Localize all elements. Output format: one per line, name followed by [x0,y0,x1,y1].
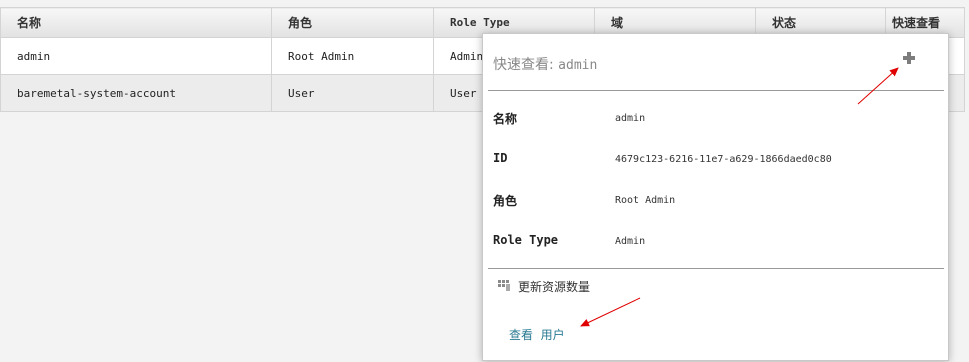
detail-label: 名称 [493,112,518,126]
cell-name: admin [0,37,272,75]
detail-row-role: 角色 Root Admin [493,192,933,212]
view-users-link[interactable]: 查看 用户 [509,326,565,343]
detail-label: ID [493,151,508,165]
divider [488,90,944,91]
detail-value: Admin [615,236,646,247]
quickview-panel: 快速查看: admin 名称 admin ID 4679c123-6216-11… [482,33,949,361]
col-header-name[interactable]: 名称 [0,7,272,38]
cell-name: baremetal-system-account [0,74,272,112]
quickview-title-value: admin [558,58,598,73]
update-resource-count-label: 更新资源数量 [518,280,591,294]
detail-row-id: ID 4679c123-6216-11e7-a629-1866daed0c80 [493,151,933,171]
detail-label: 角色 [493,194,518,208]
view-prefix: 查看 [509,328,534,342]
col-header-role[interactable]: 角色 [271,7,434,38]
plus-icon[interactable] [901,50,917,66]
cell-role: User [271,74,434,112]
quickview-title-prefix: 快速查看: [493,57,559,73]
detail-value: admin [615,113,646,124]
detail-value: 4679c123-6216-11e7-a629-1866daed0c80 [615,154,832,165]
detail-row-role-type: Role Type Admin [493,233,933,253]
quickview-title: 快速查看: admin [493,54,597,74]
detail-value: Root Admin [615,195,676,206]
detail-label: Role Type [493,233,559,247]
update-resource-icon [498,280,510,291]
view-users-label: 用户 [540,328,565,342]
detail-row-name: 名称 admin [493,110,933,130]
divider [488,268,944,269]
cell-role: Root Admin [271,37,434,75]
